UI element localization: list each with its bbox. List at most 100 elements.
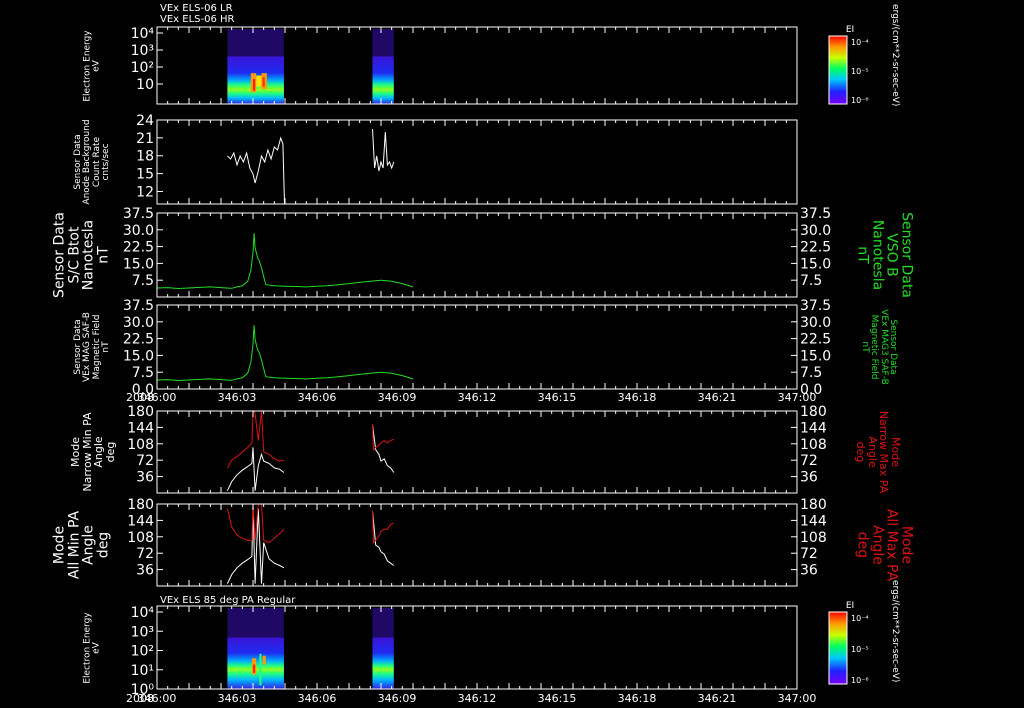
p7-ylabel-line: eV (92, 641, 102, 654)
colorbar-tick-label: 10⁻⁵ (851, 67, 869, 76)
p6-ytick-label: 180 (127, 497, 154, 513)
p5-series-line-1 (226, 409, 285, 469)
p3-ytick-label: 37.5 (123, 206, 154, 222)
p7-ytick-label: 10² (131, 644, 154, 660)
p4-ytick-label-right: 7.5 (800, 365, 822, 381)
p4-ytick-label: 30.0 (123, 315, 154, 331)
p1-heatmap-hotspot-4 (256, 75, 262, 87)
p5-series-line-0 (226, 447, 285, 491)
p5-ytick-label: 144 (127, 420, 154, 436)
p5-ytick-label-right: 36 (800, 470, 818, 486)
p6-series-line-2 (372, 510, 395, 566)
colorbar-tick-label: 10⁻⁶ (851, 96, 869, 105)
p7-heatmap-noise-1 (372, 608, 394, 638)
p3-ylabel-line: nT (95, 246, 112, 264)
colorbar-title: EI (846, 601, 854, 611)
p3-ytick-label-right: 7.5 (800, 273, 822, 289)
p4-ylabel: Sensor Data VEx MAG SAF-B Magnetic Field nT (73, 312, 112, 382)
p3-ytick-label: 15.0 (123, 256, 154, 272)
xaxis-tick-label: 346:06 (298, 391, 337, 404)
p7-ytick-label: 10⁴ (131, 605, 155, 621)
p2-ytick-label: 21 (136, 131, 154, 147)
xaxis-tick-label: 346:15 (538, 692, 577, 705)
colorbar-tick-label: 10⁻⁴ (851, 38, 869, 47)
xaxis-tick-label: 346:06 (298, 692, 337, 705)
p2-ytick-label: 24 (136, 113, 154, 129)
xaxis-tick-label: 346:03 (218, 692, 257, 705)
p3-ytick-label: 7.5 (132, 273, 154, 289)
p3-ylabel-line: S/C Btot (66, 226, 83, 284)
p5-ytick-label-right: 180 (800, 404, 827, 420)
p2-ytick-label: 12 (136, 184, 154, 200)
p6-ylabel-line: deg (95, 531, 112, 559)
xaxis-tick-label: 346:15 (538, 391, 577, 404)
p5-right-label-line: Angle (866, 436, 879, 468)
p4-ytick-label-right: 30.0 (800, 315, 831, 331)
p4-ytick-label: 37.5 (123, 298, 154, 314)
p2-series-line-1 (372, 128, 395, 172)
p5-ytick-label: 72 (136, 453, 154, 469)
p2-ytick-label: 18 (136, 149, 154, 165)
colorbar-units-label: ergs/(cm**2-sr-sec-eV) (890, 580, 900, 682)
p6-ytick-label: 144 (127, 513, 154, 529)
p6-series-line-3 (372, 510, 395, 544)
p3-right-label-line: VSO B (883, 233, 900, 277)
p3-ylabel: Sensor Data S/C Btot Nanotesla nT (52, 212, 112, 298)
p6-ytick-label-right: 144 (800, 513, 827, 529)
p6-ylabel-line: Angle (81, 525, 97, 565)
p7-heatmap-hotspot-3 (259, 653, 262, 686)
xaxis-tick-label: 346:00 (138, 692, 177, 705)
p3-ytick-label-right: 15.0 (800, 256, 831, 272)
xaxis-tick-label: 346:21 (698, 692, 737, 705)
p5-right-label-line: Narrow Max PA (877, 410, 891, 494)
xaxis-tick-label: 346:03 (218, 391, 257, 404)
xaxis-tick-label: 346:12 (458, 391, 497, 404)
p6-ytick-label-right: 36 (800, 563, 818, 579)
p6-right-label-line: deg (854, 531, 871, 559)
p1-ytick-label: 10 (136, 77, 154, 93)
p7-heatmap-noise-0 (227, 608, 284, 638)
xaxis-tick-label: 347:00 (778, 391, 817, 404)
p4-right-label: Sensor Data VEx MAG3 SAF-B Magnetic Field n… (859, 309, 898, 385)
p5-right-label-line: Mode (889, 437, 903, 467)
p6-series-line-0 (226, 506, 285, 584)
header-line-1: VEx ELS-06 LR (160, 3, 233, 14)
p6-ylabel-line: Mode (51, 525, 68, 565)
p4-right-label-line: nT (859, 341, 870, 353)
p7-heatmap-band-1 (372, 637, 394, 689)
p4-ytick-label-right: 22.5 (800, 332, 831, 348)
panel7-title: VEx ELS 85 deg PA Regular (160, 595, 296, 606)
p1-ytick-label: 10² (131, 60, 154, 76)
p4-right-label-line: VEx MAG3 SAF-B (878, 309, 889, 385)
p6-ylabel: Mode All Min PA Angle deg (51, 510, 112, 580)
p3-series-line-0 (156, 233, 414, 290)
p5-ytick-label-right: 72 (800, 453, 818, 469)
p4-ytick-label: 15.0 (123, 348, 154, 364)
xaxis-tick-label: 346:09 (378, 692, 417, 705)
p5-right-label: Mode Narrow Max PA Angle deg (854, 410, 903, 494)
p3-ytick-label: 30.0 (123, 223, 154, 239)
xaxis-tick-label: 347:00 (778, 692, 817, 705)
p5-ylabel-line: Mode (68, 437, 82, 467)
p6-ytick-label-right: 180 (800, 497, 827, 513)
p7-heatmap-hotspot-2 (262, 655, 266, 665)
p2-series-line-0 (227, 136, 285, 205)
p7-ytick-label: 10³ (131, 624, 154, 640)
p7-ylabel: Electron Energy eV (83, 612, 103, 683)
p6-ylabel-line: All Min PA (66, 510, 83, 580)
p6-ytick-label: 72 (136, 546, 154, 562)
p5-right-label-line: deg (854, 441, 868, 463)
p1-heatmap-hotspot-1 (253, 78, 256, 91)
p6-ytick-label: 108 (127, 530, 154, 546)
p1-ylabel-line: eV (92, 59, 102, 72)
xaxis-tick-label: 346:18 (618, 692, 657, 705)
p5-ytick-label-right: 144 (800, 420, 827, 436)
p4-ytick-label-right: 37.5 (800, 298, 831, 314)
p4-series-line-0 (156, 325, 414, 382)
p1-heatmap-band-1 (372, 56, 394, 104)
xaxis-tick-label: 346:00 (138, 391, 177, 404)
xaxis-tick-label: 346:12 (458, 692, 497, 705)
colorbar-tick-label: 10⁻⁴ (851, 614, 869, 623)
p3-ytick-label-right: 37.5 (800, 206, 831, 222)
p4-ylabel-line: nT (101, 341, 112, 353)
